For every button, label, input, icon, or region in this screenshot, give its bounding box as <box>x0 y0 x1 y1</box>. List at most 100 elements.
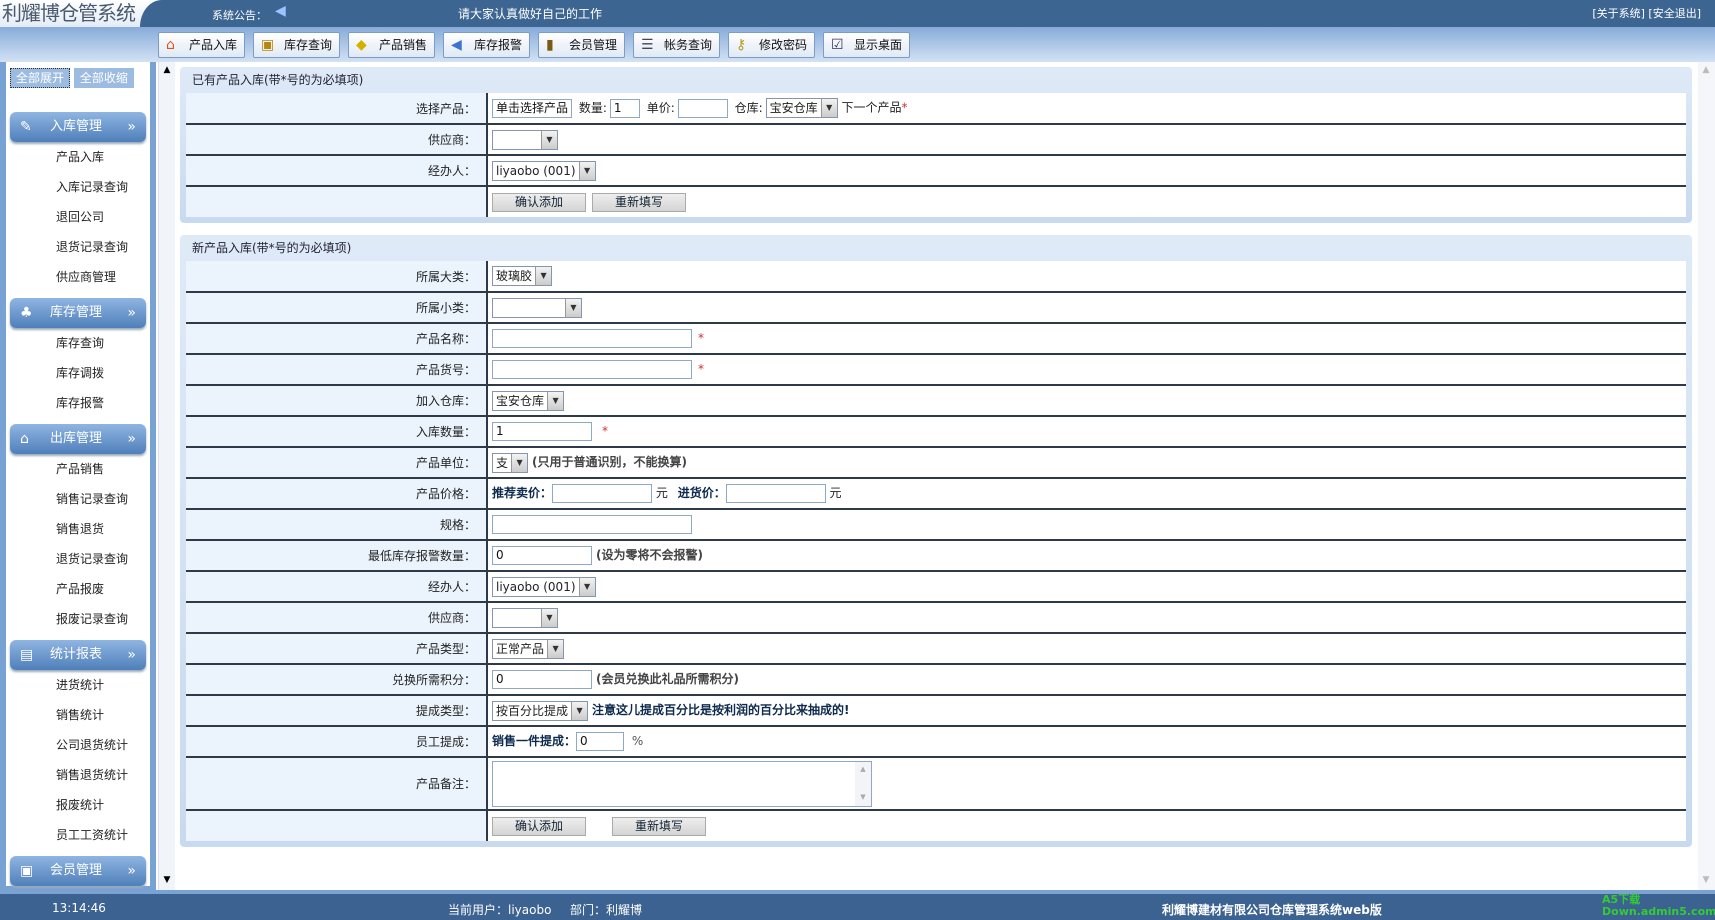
sidebar-item[interactable]: 公司退货统计 <box>10 730 146 760</box>
qty-label: 数量: <box>578 100 607 115</box>
scroll-up-icon[interactable]: ▲ <box>159 62 175 78</box>
toolbar-product-sale[interactable]: ◆ 产品销售 <box>348 32 435 58</box>
chevron-right-icon: » <box>127 119 136 135</box>
sidebar-scrollbar[interactable]: ▲ ▼ <box>158 62 175 890</box>
category-select[interactable]: 玻璃胶 ▼ <box>492 266 553 286</box>
sidebar-item[interactable]: 库存查询 <box>10 328 146 358</box>
sidebar-group-stock-out[interactable]: ⌂ 出库管理 » <box>10 424 146 454</box>
sidebar-item[interactable]: 产品销售 <box>10 454 146 484</box>
sidebar-item[interactable]: 产品入库 <box>10 142 146 172</box>
handler-select[interactable]: liyaobo (001) ▼ <box>492 576 596 597</box>
sidebar-item[interactable]: 供应商管理 <box>10 262 146 292</box>
select-value <box>496 299 562 317</box>
buy-price-input[interactable] <box>725 484 826 503</box>
min-stock-hint: (设为零将不会报警) <box>596 548 703 562</box>
warehouse-select[interactable]: 宝安仓库 ▼ <box>765 98 838 118</box>
confirm-add-button[interactable]: 确认添加 <box>492 192 586 212</box>
desktop-icon: ☑ <box>831 37 844 53</box>
clipboard-icon: ☰ <box>641 37 654 53</box>
field-label: 选择产品： <box>186 93 488 124</box>
toolbar-member[interactable]: ▮ 会员管理 <box>538 32 625 58</box>
sidebar-group-stock-in[interactable]: ✎ 入库管理 » <box>10 112 146 142</box>
reset-button[interactable]: 重新填写 <box>592 192 686 212</box>
min-stock-input[interactable]: 0 <box>492 546 592 565</box>
toolbar-stock-query[interactable]: ▣ 库存查询 <box>253 32 340 58</box>
chevron-down-icon: ▼ <box>820 99 837 117</box>
per-item-commission-label: 销售一件提成： <box>492 734 577 748</box>
group-label: 库存管理 <box>50 305 103 320</box>
chevron-right-icon: » <box>127 647 136 663</box>
sidebar-item[interactable]: 库存报警 <box>10 388 146 418</box>
scroll-down-icon[interactable]: ▼ <box>1698 872 1714 888</box>
house-icon: ⌂ <box>166 37 175 53</box>
chevron-right-icon: » <box>127 305 136 321</box>
expand-all-button[interactable]: 全部展开 <box>10 68 71 88</box>
toolbar-accounts[interactable]: ☰ 帐务查询 <box>633 32 720 58</box>
stock-out-icon: ⌂ <box>20 431 29 447</box>
stock-in-icon: ✎ <box>20 119 32 135</box>
chevron-down-icon: ▼ <box>511 453 528 472</box>
warehouse-select[interactable]: 宝安仓库 ▼ <box>492 390 565 411</box>
sidebar-item[interactable]: 入库记录查询 <box>10 172 146 202</box>
product-code-input[interactable] <box>492 360 692 379</box>
qty-input[interactable]: 1 <box>609 98 640 118</box>
about-link[interactable]: [关于系统] <box>1592 7 1645 20</box>
page-scrollbar[interactable]: ▲ ▼ <box>1698 62 1715 890</box>
commission-type-select[interactable]: 按百分比提成 ▼ <box>492 700 589 721</box>
product-type-select[interactable]: 正常产品 ▼ <box>492 638 565 659</box>
subcategory-select[interactable]: ▼ <box>492 297 582 318</box>
sidebar-item[interactable]: 销售退货 <box>10 514 146 544</box>
toolbar-desktop[interactable]: ☑ 显示桌面 <box>823 32 910 58</box>
sidebar-item[interactable]: 退货记录查询 <box>10 232 146 262</box>
select-value: 宝安仓库 <box>496 393 545 408</box>
sidebar-group-members[interactable]: ▣ 会员管理 » <box>10 856 146 886</box>
sidebar-item[interactable]: 报废记录查询 <box>10 604 146 634</box>
sidebar-item[interactable]: 退回公司 <box>10 202 146 232</box>
sidebar-item[interactable]: 销售记录查询 <box>10 484 146 514</box>
remark-textarea[interactable]: ▲ ▼ <box>492 760 872 807</box>
sidebar-group-reports[interactable]: ▤ 统计报表 » <box>10 640 146 670</box>
chevron-down-icon: ▼ <box>541 130 557 149</box>
sidebar-item[interactable]: 员工工资统计 <box>10 820 146 850</box>
price-input[interactable] <box>677 98 728 118</box>
sidebar-group-inventory[interactable]: ♣ 库存管理 » <box>10 298 146 328</box>
notice-text: 请大家认真做好自己的工作 <box>458 7 603 21</box>
points-input[interactable]: 0 <box>492 670 592 689</box>
sidebar-item[interactable]: 库存调拨 <box>10 358 146 388</box>
existing-product-panel: 已有产品入库(带*号的为必填项) 选择产品： 单击选择产品 数量: 1 单价: 仓… <box>180 67 1692 223</box>
sidebar-item[interactable]: 销售统计 <box>10 700 146 730</box>
select-value: 宝安仓库 <box>769 101 818 115</box>
chevron-right-icon: » <box>127 431 136 447</box>
supplier-select[interactable]: ▼ <box>492 607 558 628</box>
handler-select[interactable]: liyaobo (001) ▼ <box>492 160 596 181</box>
group-label: 入库管理 <box>50 119 103 134</box>
sell-price-input[interactable] <box>552 484 653 503</box>
textarea-scrollbar[interactable]: ▲ ▼ <box>855 761 871 806</box>
scroll-down-icon[interactable]: ▼ <box>159 872 175 888</box>
required-mark: * <box>698 331 704 345</box>
confirm-add-button[interactable]: 确认添加 <box>492 816 586 836</box>
sidebar-item[interactable]: 报废统计 <box>10 790 146 820</box>
main-content: 已有产品入库(带*号的为必填项) 选择产品： 单击选择产品 数量: 1 单价: 仓… <box>176 62 1698 890</box>
sidebar-item[interactable]: 进货统计 <box>10 670 146 700</box>
collapse-all-button[interactable]: 全部收缩 <box>73 68 134 88</box>
sidebar-item[interactable]: 产品报废 <box>10 574 146 604</box>
spec-input[interactable] <box>492 515 692 534</box>
unit-select[interactable]: 支 ▼ <box>492 452 529 473</box>
toolbar-stock-alarm[interactable]: ◀︎ 库存报警 <box>443 32 530 58</box>
product-name-input[interactable] <box>492 329 692 348</box>
sidebar-item[interactable]: 退货记录查询 <box>10 544 146 574</box>
toolbar-password[interactable]: ⚷ 修改密码 <box>728 32 815 58</box>
sidebar-item[interactable]: 销售退货统计 <box>10 760 146 790</box>
supplier-select[interactable]: ▼ <box>492 129 558 150</box>
staff-commission-input[interactable]: 0 <box>576 732 625 751</box>
scroll-up-icon[interactable]: ▲ <box>1698 62 1714 78</box>
company-name: 利耀博建材有限公司仓库管理系统web版 <box>1162 903 1382 917</box>
toolbar-product-in[interactable]: ⌂ 产品入库 <box>158 32 245 58</box>
reset-button[interactable]: 重新填写 <box>612 816 706 836</box>
stock-in-qty-input[interactable]: 1 <box>492 422 592 441</box>
logout-link[interactable]: [安全退出] <box>1648 7 1701 20</box>
sidebar: 全部展开 全部收缩 ✎ 入库管理 » 产品入库 入库记录查询 退回公司 退货记录查询… <box>0 62 156 890</box>
tag-icon: ◆ <box>356 37 367 53</box>
select-product-button[interactable]: 单击选择产品 <box>492 98 573 118</box>
